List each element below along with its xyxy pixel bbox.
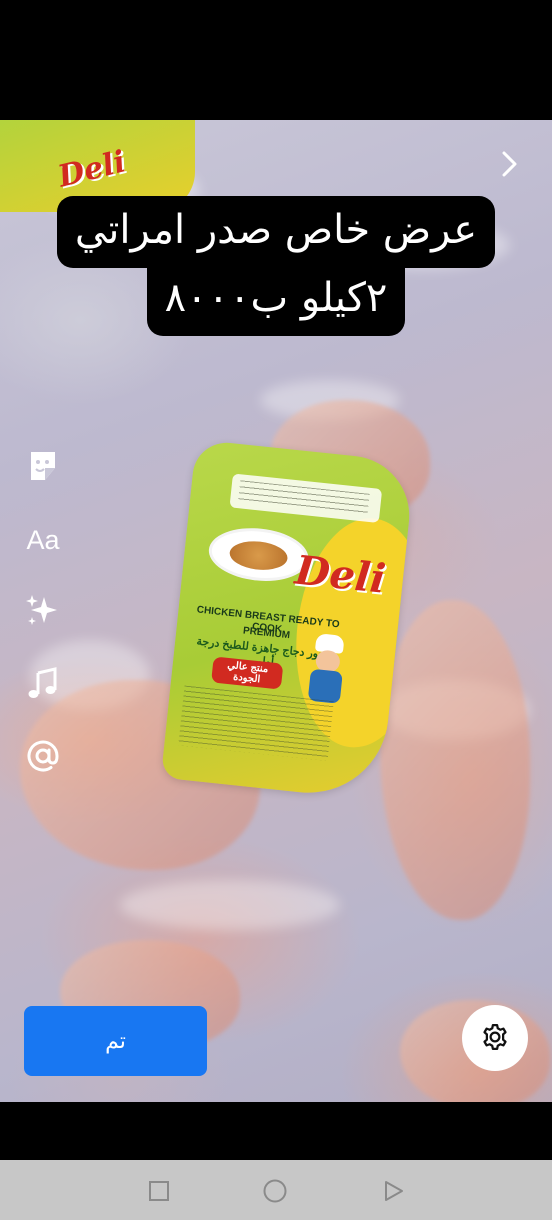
recent-apps-square-icon[interactable] [146,1178,172,1204]
product-label: Deli CHICKEN BREAST READY TO COOK PREMIU… [160,439,416,801]
effects-sparkle-icon[interactable] [22,590,64,630]
story-caption[interactable]: عرض خاص صدر امراتي ٢كيلو ب٨٠٠٠ [0,196,552,336]
back-triangle-icon[interactable] [380,1178,406,1204]
settings-button[interactable] [462,1005,528,1071]
done-button[interactable]: تم [24,1006,207,1076]
bottom-black-bar [0,1102,552,1160]
home-circle-icon[interactable] [262,1178,288,1204]
chevron-right-icon[interactable] [500,150,520,178]
mention-icon[interactable] [22,736,64,776]
gear-icon [480,1022,510,1055]
corner-deli-logo: Deli [54,144,130,195]
label-deli-logo: Deli [292,546,388,603]
music-note-icon[interactable] [22,664,64,704]
text-tool-label: Aa [26,524,60,555]
caption-line-2[interactable]: ٢كيلو ب٨٠٠٠ [146,264,406,336]
caption-line-1[interactable]: عرض خاص صدر امراتي [56,196,496,268]
top-black-bar [0,0,552,120]
text-tool-button[interactable]: Aa [22,520,64,560]
label-chef-mascot [302,632,353,706]
sticker-icon[interactable] [22,446,64,486]
label-expiry-sticker [229,473,383,523]
system-navigation-bar [0,1160,552,1220]
